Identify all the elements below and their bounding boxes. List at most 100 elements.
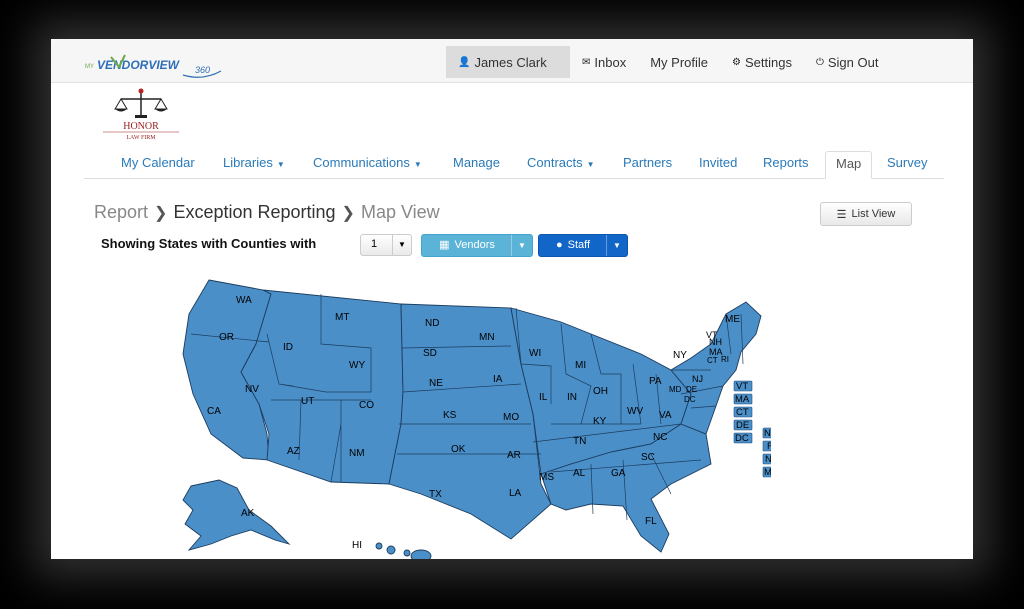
vendors-button[interactable]: ▦ Vendors ▼ — [421, 234, 533, 257]
chevron-right-icon: ❯ — [341, 205, 355, 222]
state-box-de[interactable]: DE — [733, 419, 753, 431]
grid-icon: ▦ — [439, 239, 450, 251]
count-value: 1 — [371, 238, 378, 250]
breadcrumb-exception-reporting[interactable]: Exception Reporting — [173, 202, 335, 222]
state-box-vt[interactable]: VT — [733, 380, 753, 392]
my-profile-label: My Profile — [650, 54, 708, 70]
state-label: CO — [359, 400, 374, 411]
state-box-ct[interactable]: CT — [733, 406, 753, 418]
filter-label: Showing States with Counties with — [101, 236, 317, 251]
state-label: IA — [493, 374, 503, 385]
tab-label: Contracts — [527, 155, 583, 170]
tab-invited[interactable]: Invited — [699, 151, 737, 177]
tab-label: Map — [836, 156, 862, 171]
state-label: DE — [686, 385, 698, 394]
county-count-select[interactable]: 1 ▼ — [360, 234, 412, 256]
svg-text:RI: RI — [767, 441, 771, 452]
state-box-nj[interactable]: NJ — [762, 453, 771, 465]
svg-text:VT: VT — [736, 381, 748, 392]
state-label: SD — [423, 348, 437, 359]
svg-text:VENDORVIEW: VENDORVIEW — [97, 58, 181, 72]
state-label: RI — [721, 355, 729, 364]
settings-label: Settings — [744, 54, 792, 70]
breadcrumb-report[interactable]: Report — [94, 202, 148, 222]
staff-button[interactable]: ● Staff ▼ — [538, 234, 628, 257]
state-label: CT — [707, 356, 718, 365]
tab-contracts[interactable]: Contracts ▼ — [527, 151, 595, 177]
state-label: FL — [645, 516, 657, 527]
state-label: AZ — [287, 446, 300, 457]
tab-partners[interactable]: Partners — [623, 151, 672, 177]
user-name: James Clark — [474, 54, 547, 70]
state-label: UT — [301, 396, 314, 407]
svg-text:LAW FIRM: LAW FIRM — [126, 135, 156, 141]
main-nav: My Calendar Libraries ▼ Communications ▼ M… — [84, 151, 944, 179]
state-label: WI — [529, 348, 541, 359]
list-view-button[interactable]: ☰ List View — [820, 202, 912, 226]
state-label: HI — [352, 540, 362, 551]
tab-label: Survey — [887, 155, 928, 170]
settings-link[interactable]: ⚙ Settings — [720, 46, 804, 78]
state-label: NJ — [692, 374, 703, 384]
svg-text:DC: DC — [735, 433, 749, 444]
state-box-ri[interactable]: RI — [762, 440, 771, 452]
tab-label: My Calendar — [121, 155, 195, 170]
svg-text:MD: MD — [764, 467, 771, 478]
vendors-text: Vendors — [454, 239, 495, 251]
tab-map[interactable]: Map — [825, 151, 873, 179]
tab-communications[interactable]: Communications ▼ — [313, 151, 422, 177]
myvendorview-logo[interactable]: MY VENDORVIEW 360 — [83, 51, 233, 79]
state-label: ID — [283, 342, 293, 353]
state-label: KY — [593, 416, 607, 427]
sign-out-link[interactable]: ⏻ Sign Out — [804, 46, 891, 78]
state-label: KS — [443, 410, 457, 421]
tab-label: Manage — [453, 155, 500, 170]
inbox-link[interactable]: ✉ Inbox — [570, 46, 638, 78]
tab-label: Invited — [699, 155, 738, 170]
staff-label: ● Staff — [539, 235, 607, 256]
state-box-dc[interactable]: DC — [733, 432, 753, 444]
my-profile-link[interactable]: My Profile — [638, 46, 720, 78]
state-box-ma[interactable]: MA — [733, 393, 753, 405]
tab-libraries[interactable]: Libraries ▼ — [223, 151, 285, 177]
state-label: VA — [659, 410, 672, 421]
state-label: MO — [503, 412, 519, 423]
top-nav: 👤 James Clark ✉ Inbox My Profile ⚙ Setti… — [446, 46, 890, 78]
state-shape-ak — [182, 479, 291, 551]
tab-manage[interactable]: Manage — [453, 151, 500, 177]
breadcrumb: Report ❯ Exception Reporting ❯ Map View — [94, 202, 440, 223]
state-label: MN — [479, 332, 495, 343]
state-shape-hi-3 — [410, 549, 432, 559]
tab-label: Reports — [763, 155, 809, 170]
vendors-label: ▦ Vendors — [422, 235, 512, 256]
state-box-md[interactable]: MD — [762, 466, 771, 478]
tab-my-calendar[interactable]: My Calendar — [121, 151, 195, 177]
state-label: AR — [507, 450, 521, 461]
state-label: MI — [575, 360, 586, 371]
state-label: ND — [425, 318, 439, 329]
svg-text:MA: MA — [735, 394, 750, 405]
tab-reports[interactable]: Reports — [763, 151, 809, 177]
state-shape-hi-4 — [403, 549, 411, 557]
caret-down-icon: ▼ — [276, 160, 285, 169]
state-box-nh[interactable]: NH — [762, 427, 771, 439]
state-label: MT — [335, 312, 349, 323]
tab-survey[interactable]: Survey — [887, 151, 927, 177]
user-menu[interactable]: 👤 James Clark — [446, 46, 570, 78]
staff-text: Staff — [567, 239, 591, 251]
vendors-dropdown-toggle[interactable]: ▼ — [511, 235, 532, 256]
chevron-right-icon: ❯ — [154, 205, 168, 222]
caret-down-icon: ▼ — [413, 160, 422, 169]
app-window: MY VENDORVIEW 360 👤 James Clark ✉ Inbox … — [51, 39, 973, 559]
state-label: SC — [641, 452, 655, 463]
state-label: MD — [669, 385, 682, 394]
svg-text:NH: NH — [764, 428, 771, 439]
state-label: OK — [451, 444, 466, 455]
breadcrumb-map-view: Map View — [360, 202, 440, 222]
state-label: AL — [573, 468, 586, 479]
envelope-icon: ✉ — [582, 56, 591, 68]
top-bar: MY VENDORVIEW 360 👤 James Clark ✉ Inbox … — [51, 39, 973, 83]
staff-dropdown-toggle[interactable]: ▼ — [606, 235, 627, 256]
us-states-map[interactable]: WA OR CA ID NV MT WY UT AZ CO NM ND SD N… — [171, 274, 771, 559]
caret-down-icon: ▼ — [392, 235, 411, 255]
